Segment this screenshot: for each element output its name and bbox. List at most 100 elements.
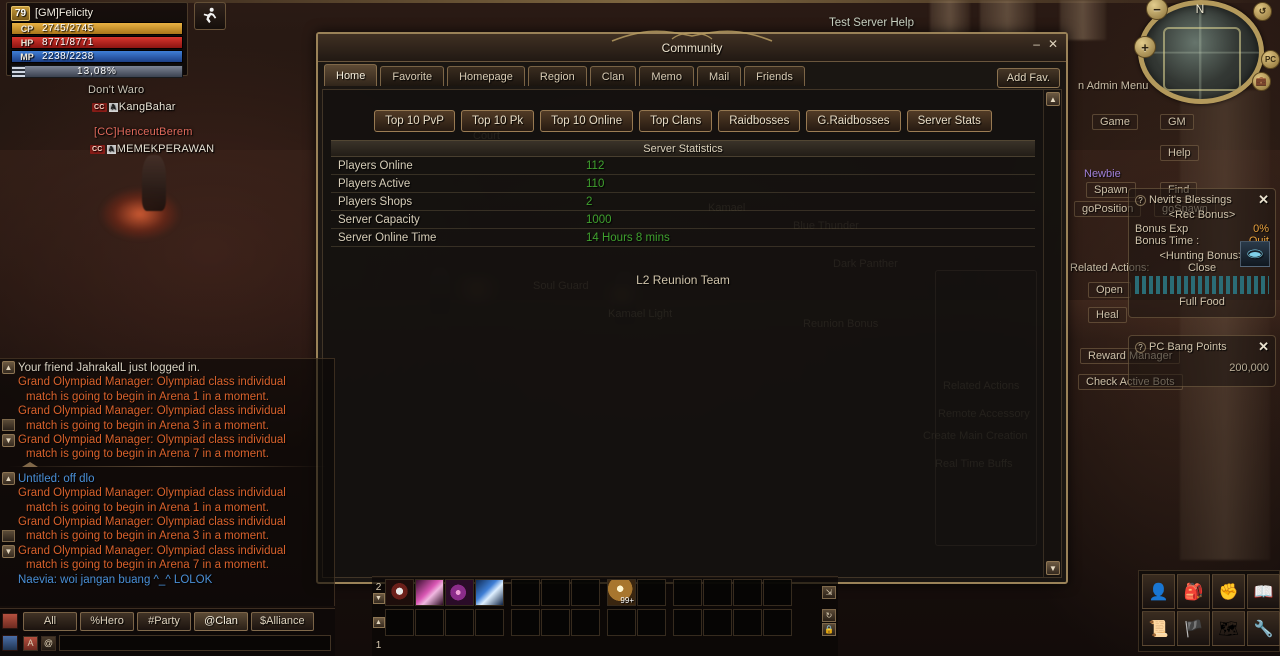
settings-wrench-icon[interactable]: 🔧	[1247, 611, 1280, 646]
character-status-icon[interactable]: 👤	[1142, 574, 1175, 609]
admin-button-game[interactable]: Game	[1090, 113, 1140, 131]
chat2-scroll-down-button[interactable]: ▼	[2, 544, 15, 558]
chat-scroll-up-button[interactable]: ▲	[2, 361, 15, 374]
tab-homepage[interactable]: Homepage	[447, 66, 525, 86]
chat-tab-hero[interactable]: %Hero	[80, 611, 134, 631]
hotkey-slot[interactable]	[475, 579, 504, 606]
chat-mode-icon[interactable]: A	[23, 635, 38, 651]
hotbar-lock-icon[interactable]: 🔒	[822, 623, 836, 636]
tab-memo[interactable]: Memo	[639, 66, 694, 86]
admin-button-heal[interactable]: Heal	[1086, 306, 1129, 324]
hotbar-refresh-icon[interactable]: ↻	[822, 609, 836, 622]
bbs-button-raidbosses[interactable]: Raidbosses	[718, 110, 801, 132]
tab-region[interactable]: Region	[527, 66, 587, 86]
hotkey-slot-empty[interactable]	[673, 579, 702, 606]
tab-favorite[interactable]: Favorite	[380, 66, 445, 86]
hotkey-slot[interactable]	[415, 579, 444, 606]
hotbar-expand-icon[interactable]: ⇲	[822, 586, 836, 599]
chat-scroll-down-button[interactable]: ▼	[2, 434, 15, 447]
chat-avatar-icon[interactable]	[2, 613, 18, 629]
hotkey-slot-empty[interactable]	[541, 609, 570, 636]
tab-clan[interactable]: Clan	[589, 66, 637, 86]
admin-button-help[interactable]: Help	[1158, 144, 1201, 162]
hotkey-slot-empty[interactable]	[637, 609, 666, 636]
chat2-scroll-up-button[interactable]: ▲	[2, 471, 15, 485]
world-nameplate[interactable]: CC A MEMEKPERAWAN	[90, 143, 214, 155]
bbs-button-g-raidbosses[interactable]: G.Raidbosses	[806, 110, 901, 132]
run-walk-toggle-icon[interactable]	[194, 2, 226, 30]
bbs-button-top-clans[interactable]: Top Clans	[639, 110, 713, 132]
community-window[interactable]: Community – ✕ Home Favorite Homepage Region…	[316, 30, 1068, 584]
hotkey-slot-empty[interactable]	[385, 609, 414, 636]
hotkey-row-1-up-arrow[interactable]: ▲	[372, 617, 385, 628]
nevit-full-food-button[interactable]: Full Food	[1135, 296, 1269, 308]
chat-input[interactable]	[59, 635, 331, 651]
tab-mail[interactable]: Mail	[696, 66, 742, 86]
hotkey-slot-empty[interactable]	[733, 609, 762, 636]
minimap-zoom-in-button[interactable]: +	[1134, 36, 1156, 58]
hotkey-slot-empty[interactable]	[541, 579, 570, 606]
help-icon[interactable]: ?	[1135, 341, 1146, 353]
minimize-button[interactable]: –	[1033, 38, 1040, 50]
hotkey-slot-empty[interactable]	[763, 579, 792, 606]
community-scrollbar[interactable]: ▲ ▼	[1043, 90, 1061, 577]
player-status-window[interactable]: 79 [GM]Felicity CP 2745/2745 HP 8771/8771 MP…	[6, 2, 188, 78]
world-nameplate[interactable]: Don't Waro	[88, 84, 144, 96]
wing-icon[interactable]: 🕳	[1240, 241, 1270, 267]
hotkey-slot-empty[interactable]	[703, 579, 732, 606]
minimap-rotate-button[interactable]: ↺	[1253, 2, 1272, 21]
hotkey-slot-empty[interactable]	[511, 609, 540, 636]
bbs-button-top-10-pk[interactable]: Top 10 Pk	[460, 110, 535, 132]
hotkey-slot-empty[interactable]	[733, 579, 762, 606]
clan-banner-icon[interactable]: 🏴	[1177, 611, 1210, 646]
hotkey-slot-empty[interactable]	[673, 609, 702, 636]
hotkey-slot-empty[interactable]	[445, 609, 474, 636]
hotkey-slot-empty[interactable]	[571, 609, 600, 636]
hotkey-slot-empty[interactable]	[637, 579, 666, 606]
chat-tab-alliance[interactable]: $Alliance	[251, 611, 314, 631]
hotkey-row-2-down-arrow[interactable]: ▼	[372, 592, 385, 604]
hotkey-slot[interactable]	[385, 579, 414, 606]
help-icon[interactable]: ?	[1135, 194, 1146, 206]
inventory-icon[interactable]: 🎒	[1177, 574, 1210, 609]
hotkey-slot-empty[interactable]	[763, 609, 792, 636]
chat2-scroll-thumb[interactable]	[2, 529, 15, 542]
world-nameplate[interactable]: [CC]HenceutBerem	[94, 126, 193, 138]
chat-target-icon[interactable]: @	[41, 635, 56, 651]
hotkey-slot-empty[interactable]	[607, 609, 636, 636]
admin-button-open[interactable]: Open	[1086, 281, 1133, 299]
minimap-bag-button[interactable]: 💼	[1252, 72, 1271, 91]
admin-button-gm[interactable]: GM	[1158, 113, 1196, 131]
hotkey-slot-empty[interactable]	[571, 579, 600, 606]
minimap[interactable]: N + − ↺ PC 💼	[1120, 0, 1280, 112]
nevit-close-icon[interactable]: ✕	[1258, 192, 1269, 208]
community-titlebar[interactable]: Community – ✕	[318, 30, 1066, 62]
nevits-blessings-panel[interactable]: ? Nevit's Blessings ✕ <Rec Bonus> Bonus …	[1128, 188, 1276, 318]
pcbang-close-icon[interactable]: ✕	[1258, 339, 1269, 355]
chat-tab-clan[interactable]: @Clan	[194, 611, 248, 631]
hotkey-slot-empty[interactable]	[511, 579, 540, 606]
hotkey-slot-empty[interactable]	[703, 609, 732, 636]
quest-scroll-icon[interactable]: 📜	[1142, 611, 1175, 646]
scroll-down-button[interactable]: ▼	[1046, 561, 1060, 575]
hotkey-slot-empty[interactable]	[415, 609, 444, 636]
map-icon[interactable]: 🗺	[1212, 611, 1245, 646]
close-button[interactable]: ✕	[1048, 38, 1058, 50]
minimap-pc-button[interactable]: PC	[1261, 50, 1280, 69]
hotkey-slot[interactable]	[445, 579, 474, 606]
hotkey-slot-empty[interactable]	[475, 609, 504, 636]
skills-book-icon[interactable]: 📖	[1247, 574, 1280, 609]
tab-friends[interactable]: Friends	[744, 66, 805, 86]
tab-home[interactable]: Home	[324, 64, 378, 86]
world-nameplate[interactable]: CC A KangBahar	[92, 101, 176, 113]
chat-tab-all[interactable]: All	[23, 611, 77, 631]
chat-input-avatar-icon[interactable]	[2, 635, 18, 651]
bbs-button-top-10-pvp[interactable]: Top 10 PvP	[374, 110, 455, 132]
chat-log-panel[interactable]: ▲ ▼ Your friend JahrakalL just logged in…	[0, 358, 335, 606]
chat-scroll-thumb[interactable]	[2, 419, 15, 431]
bbs-button-top-10-online[interactable]: Top 10 Online	[540, 110, 634, 132]
hotkey-slot[interactable]: 99+	[607, 579, 636, 606]
bbs-button-server-stats[interactable]: Server Stats	[906, 110, 992, 132]
action-fist-icon[interactable]: ✊	[1212, 574, 1245, 609]
add-favorite-button[interactable]: Add Fav.	[996, 68, 1060, 88]
